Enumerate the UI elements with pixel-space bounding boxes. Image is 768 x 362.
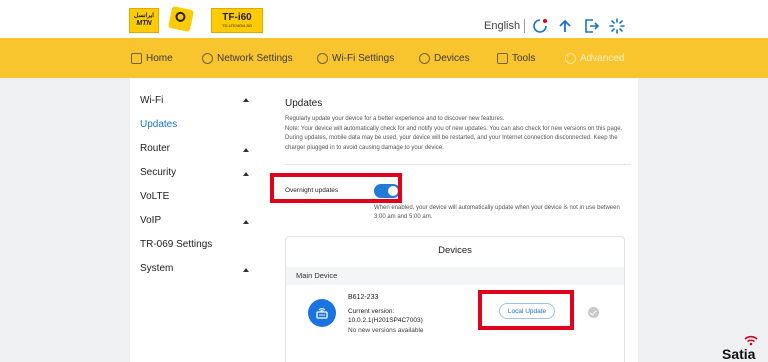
tools-icon (497, 52, 508, 64)
wifi-icon (744, 335, 758, 346)
security-expand-arrow-icon[interactable] (243, 172, 249, 176)
sidebar-item-voip[interactable]: VoIP (140, 215, 161, 226)
current-version-value: 10.0.2.1(H201SP4C7003) (348, 317, 423, 324)
voip-expand-arrow-icon[interactable] (243, 220, 249, 224)
tf-i60-logo: TF-i60 TD-LTE/4G/4.5G (211, 8, 263, 33)
nav-advanced[interactable]: Advanced (565, 38, 624, 78)
main-device-header: Main Device (286, 267, 624, 285)
upload-arrow-icon[interactable] (557, 18, 573, 34)
sidebar-item-tr069[interactable]: TR-069 Settings (140, 239, 212, 250)
message-icon[interactable] (532, 18, 548, 34)
top-bar: ایرانسل MTN TF-i60 TD-LTE/4G/4.5G Englis… (0, 0, 768, 38)
watermark-text: Satia (722, 346, 756, 362)
updates-panel: Updates Regularly update your device for… (260, 78, 638, 362)
divider (285, 164, 631, 165)
system-expand-arrow-icon[interactable] (243, 268, 249, 272)
devices-title: Devices (438, 245, 472, 256)
nav-home-label: Home (146, 52, 173, 64)
updates-description-1: Regularly update your device for a bette… (285, 116, 505, 122)
device-name: B612-233 (348, 294, 379, 301)
logo-mtn-fa-text: ایرانسل (134, 13, 154, 19)
nav-advanced-label: Advanced (580, 52, 625, 64)
nav-wifi-settings-label: Wi-Fi Settings (332, 52, 395, 64)
nav-devices-label: Devices (434, 52, 470, 64)
sidebar-item-wifi[interactable]: Wi-Fi (140, 95, 163, 106)
wifi-icon (317, 52, 328, 64)
nav-network-settings-label: Network Settings (217, 52, 293, 64)
language-selector[interactable]: English (484, 20, 520, 32)
cube-logo (167, 5, 195, 33)
updates-description: Regularly update your device for a bette… (285, 115, 625, 153)
sidebar-item-security[interactable]: Security (140, 167, 176, 178)
nav-tools[interactable]: Tools (497, 38, 535, 78)
nav-devices[interactable]: Devices (419, 38, 470, 78)
sidebar: Wi-Fi Updates Router Security VoLTE VoIP… (130, 78, 260, 362)
main-nav: Home Network Settings Wi-Fi Settings Dev… (0, 38, 768, 78)
watermark: Satia (718, 334, 768, 362)
page-title: Updates (285, 98, 323, 109)
logo-tf-model: TF-i60 (222, 12, 252, 23)
check-circle-icon (588, 307, 599, 318)
devices-section: Devices Main Device B612-233 Current ver… (285, 236, 625, 362)
update-status-text: No new versions available (348, 327, 424, 334)
nav-network-settings[interactable]: Network Settings (202, 38, 293, 78)
sidebar-item-updates[interactable]: Updates (140, 119, 177, 130)
updates-description-2: Note: Your device will automatically che… (285, 125, 623, 151)
router-icon (308, 299, 336, 327)
nav-wifi-settings[interactable]: Wi-Fi Settings (317, 38, 394, 78)
logo-tf-bands: TD-LTE/4G/4.5G (222, 23, 252, 28)
gear-icon (565, 52, 576, 64)
highlight-box-local-update (478, 290, 574, 330)
nav-tools-label: Tools (512, 52, 536, 64)
logo-mtn-en-text: MTN (136, 20, 152, 27)
sidebar-item-router[interactable]: Router (140, 143, 170, 154)
devices-icon (419, 52, 430, 64)
wifi-collapse-arrow-icon[interactable] (243, 98, 249, 102)
logout-icon[interactable] (583, 18, 599, 34)
sidebar-item-system[interactable]: System (140, 263, 173, 274)
highlight-box-overnight (270, 173, 402, 203)
loading-spinner-icon (609, 18, 625, 34)
router-expand-arrow-icon[interactable] (243, 148, 249, 152)
sidebar-item-volte[interactable]: VoLTE (140, 191, 169, 202)
overnight-updates-description: When enabled, your device will automatic… (374, 205, 620, 220)
home-icon (131, 52, 142, 64)
mtn-irancell-logo: ایرانسل MTN (129, 8, 159, 33)
header-separator (524, 19, 525, 33)
globe-icon (202, 52, 213, 64)
nav-home[interactable]: Home (131, 38, 173, 78)
current-version-label: Current version: (348, 308, 395, 315)
